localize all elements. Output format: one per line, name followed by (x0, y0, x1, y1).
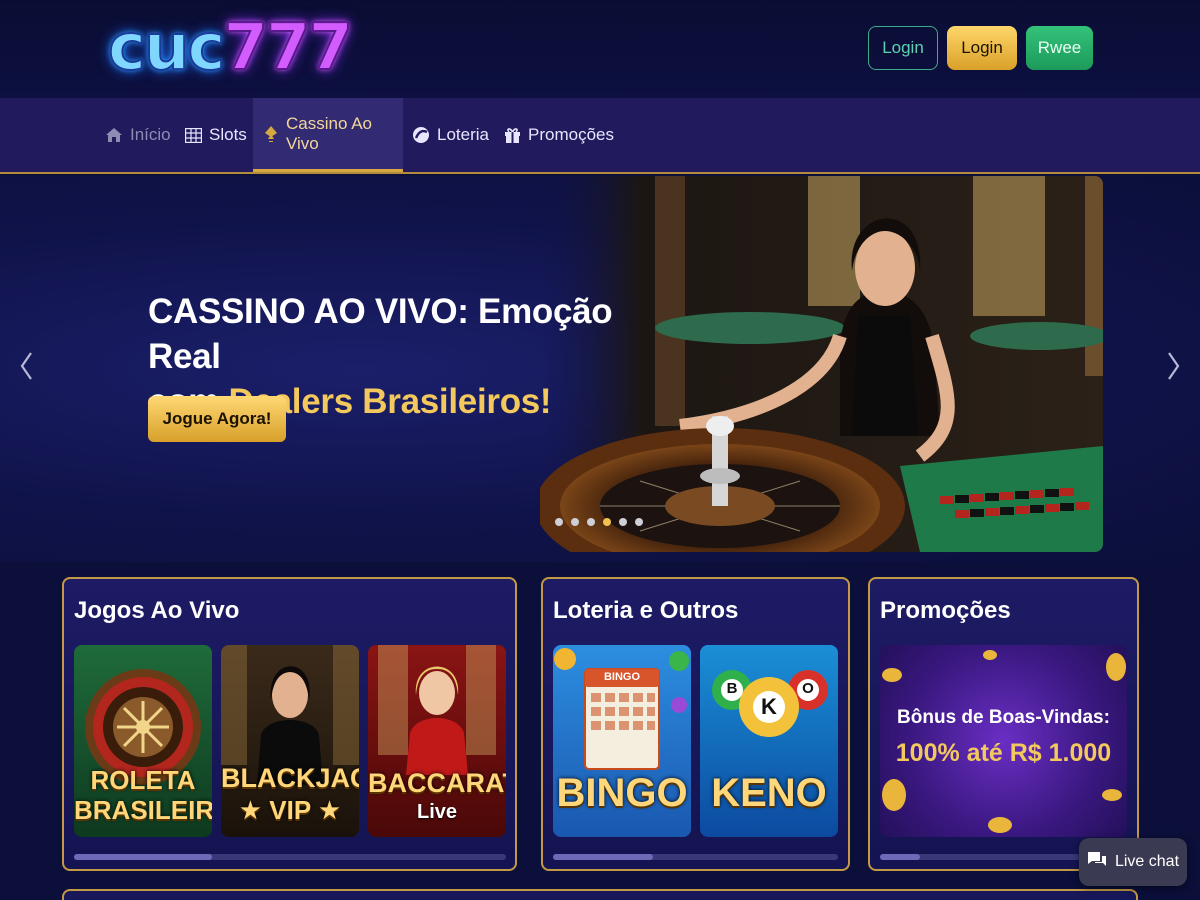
tile-blackjack-vip[interactable]: BLACKJACK ★ VIP ★ (221, 645, 359, 837)
carousel-prev-arrow[interactable] (14, 346, 38, 386)
scroll-progress-bar[interactable] (553, 854, 838, 860)
tile-label-line1: BACCARAT (368, 768, 506, 798)
nav-item-slots[interactable]: Slots (185, 98, 247, 172)
live-chat-label: Live chat (1114, 853, 1180, 870)
tile-keno[interactable]: B K O KENO (700, 645, 838, 837)
carousel-next-arrow[interactable] (1162, 346, 1186, 386)
tile-label-line1: ROLETA (90, 765, 196, 795)
carousel-dots (555, 518, 643, 526)
tile-baccarat-live[interactable]: BACCARAT Live (368, 645, 506, 837)
live-chat-button[interactable]: Live chat (1079, 838, 1187, 886)
login-outline-button[interactable]: Login (868, 26, 938, 70)
nav-item-label: Início (130, 125, 171, 144)
scroll-progress-bar[interactable] (880, 854, 1080, 860)
carousel-dot-active[interactable] (603, 518, 611, 526)
live-games-section: Jogos Ao Vivo ROLETA BRASILEIRA BLACKJAC… (62, 577, 517, 871)
carousel-dot[interactable] (555, 518, 563, 526)
tile-label-line2: ★ VIP ★ (238, 795, 342, 825)
login-button[interactable]: Login (947, 26, 1017, 70)
home-icon (105, 126, 123, 144)
main-nav: Início Slots Cassino Ao Vivo Loteria Pro… (0, 98, 1200, 174)
bonus-amount: 100% até R$ 1.000 (895, 739, 1112, 767)
bonus-heading: Bônus de Boas-Vindas: (897, 707, 1110, 728)
scroll-progress-bar[interactable] (74, 854, 506, 860)
tile-bingo[interactable]: BINGO BINGO (553, 645, 691, 837)
tile-label-line2: Live (416, 801, 458, 823)
logo-text-777: 777 (222, 10, 354, 86)
play-now-button[interactable]: Jogue Agora! (148, 396, 286, 442)
slot-grid-icon (185, 127, 202, 143)
tile-label-line1: BLACKJACK (221, 763, 359, 793)
nav-item-promocoes[interactable]: Promoções (504, 98, 614, 172)
logo-text-cuc: cuc (107, 10, 226, 86)
carousel-dot[interactable] (635, 518, 643, 526)
chevron-left-icon (20, 352, 32, 380)
section-title: Loteria e Outros (553, 597, 739, 624)
site-logo[interactable]: cuc777 (107, 8, 354, 88)
keno-ball-letter: O (802, 680, 814, 697)
tile-roleta-brasileira[interactable]: ROLETA BRASILEIRA (74, 645, 212, 837)
lottery-section: Loteria e Outros BINGO BINGO B K O KENO (541, 577, 850, 871)
tile-label-line2: BRASILEIRA (74, 795, 212, 825)
tile-label: BINGO (556, 771, 688, 815)
nav-item-inicio[interactable]: Início (105, 98, 171, 172)
nav-item-loteria[interactable]: Loteria (412, 98, 489, 172)
scroll-progress-fill (880, 854, 920, 860)
scroll-progress-fill (553, 854, 653, 860)
hero-title-line1: CASSINO AO VIVO: Emoção Real (148, 292, 613, 376)
carousel-dot[interactable] (619, 518, 627, 526)
next-section-edge (62, 889, 1138, 900)
carousel-dot[interactable] (571, 518, 579, 526)
chat-bubble-icon (1087, 851, 1107, 874)
nav-item-label: Cassino Ao Vivo (286, 113, 372, 153)
keno-ball-letter: B (726, 680, 738, 697)
spade-icon (263, 125, 279, 143)
bingo-card-header: BINGO (603, 671, 641, 683)
register-button[interactable]: Rwee (1026, 26, 1093, 70)
nav-item-label: Loteria (437, 125, 489, 144)
top-header: cuc777 Login Login Rwee (0, 0, 1200, 98)
nav-item-label: Promoções (528, 125, 614, 144)
hero-banner: CASSINO AO VIVO: Emoção Real com Dealers… (0, 176, 1200, 562)
scroll-progress-fill (74, 854, 213, 860)
lottery-ball-icon (412, 126, 430, 144)
gift-icon (504, 126, 521, 144)
section-title: Promoções (880, 597, 1011, 624)
section-title: Jogos Ao Vivo (74, 597, 240, 624)
chevron-right-icon (1168, 352, 1180, 380)
tile-label: KENO (711, 771, 827, 815)
welcome-bonus-banner[interactable]: Bônus de Boas-Vindas: 100% até R$ 1.000 (880, 645, 1127, 837)
promotions-section: Promoções Bônus de Boas-Vindas: 100% até… (868, 577, 1139, 871)
nav-item-cassino-ao-vivo[interactable]: Cassino Ao Vivo (253, 98, 403, 172)
carousel-dot[interactable] (587, 518, 595, 526)
nav-item-label: Slots (209, 125, 247, 144)
keno-ball-letter: K (761, 694, 777, 719)
